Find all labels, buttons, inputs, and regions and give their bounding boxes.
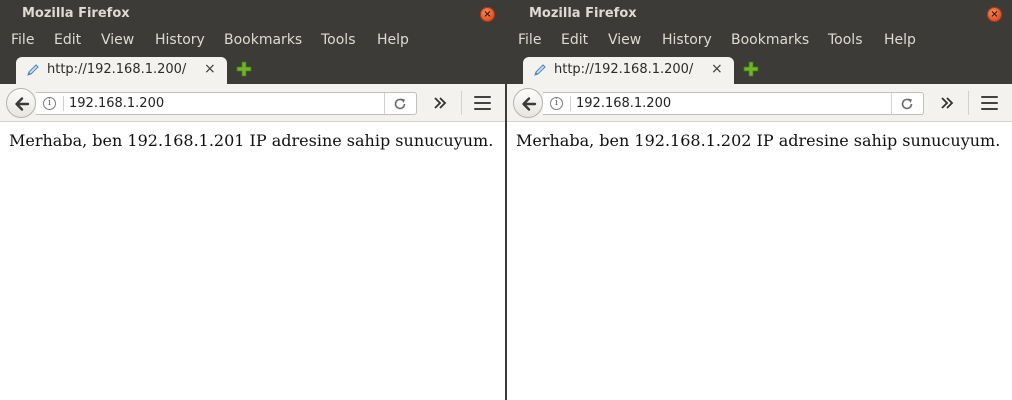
back-button[interactable] <box>513 88 543 118</box>
url-divider <box>63 96 64 111</box>
tab-close-icon[interactable]: × <box>711 61 723 77</box>
menu-edit[interactable]: Edit <box>54 32 81 48</box>
page-edit-icon <box>27 64 39 76</box>
menu-view[interactable]: View <box>608 32 641 48</box>
back-arrow-icon <box>522 97 537 111</box>
page-text: Merhaba, ben 192.168.1.201 IP adresine s… <box>9 131 494 150</box>
menu-bookmarks[interactable]: Bookmarks <box>224 32 302 48</box>
menu-tools[interactable]: Tools <box>828 32 863 48</box>
overflow-chevron-icon[interactable] <box>432 95 448 111</box>
close-icon: × <box>483 9 492 20</box>
window-title: Mozilla Firefox <box>22 6 130 21</box>
browser-window-right: Mozilla Firefox × File Edit View History… <box>507 0 1012 400</box>
menu-file[interactable]: File <box>518 32 541 48</box>
title-bar: Mozilla Firefox × <box>0 0 505 28</box>
url-bar[interactable]: i 192.168.1.200 <box>36 92 417 115</box>
page-edit-icon <box>534 64 546 76</box>
menu-bar: File Edit View History Bookmarks Tools H… <box>507 28 1012 54</box>
menu-help[interactable]: Help <box>377 32 409 48</box>
navigation-toolbar: i 192.168.1.200 <box>507 84 1012 122</box>
window-title: Mozilla Firefox <box>529 6 637 21</box>
toolbar-divider <box>968 91 969 115</box>
menu-history[interactable]: History <box>155 32 205 48</box>
new-tab-plus-icon[interactable] <box>236 61 252 77</box>
tab-label: http://192.168.1.200/ <box>47 62 187 77</box>
site-info-icon[interactable]: i <box>43 97 56 110</box>
back-button[interactable] <box>6 88 36 118</box>
navigation-toolbar: i 192.168.1.200 <box>0 84 505 122</box>
tab-strip: http://192.168.1.200/ × <box>507 54 1012 84</box>
hamburger-menu-icon[interactable] <box>474 96 491 110</box>
menu-help[interactable]: Help <box>884 32 916 48</box>
window-close-button[interactable]: × <box>987 7 1002 22</box>
tab-close-icon[interactable]: × <box>204 61 216 77</box>
url-divider <box>891 93 892 114</box>
window-close-button[interactable]: × <box>480 7 495 22</box>
site-info-icon[interactable]: i <box>550 97 563 110</box>
close-icon: × <box>990 9 999 20</box>
url-divider <box>384 93 385 114</box>
menu-bar: File Edit View History Bookmarks Tools H… <box>0 28 505 54</box>
reload-icon[interactable] <box>900 97 914 111</box>
browser-window-left: Mozilla Firefox × File Edit View History… <box>0 0 505 400</box>
reload-icon[interactable] <box>393 97 407 111</box>
menu-view[interactable]: View <box>101 32 134 48</box>
menu-tools[interactable]: Tools <box>321 32 356 48</box>
overflow-chevron-icon[interactable] <box>939 95 955 111</box>
menu-file[interactable]: File <box>11 32 34 48</box>
menu-bookmarks[interactable]: Bookmarks <box>731 32 809 48</box>
url-input[interactable]: 192.168.1.200 <box>69 96 164 111</box>
page-content: Merhaba, ben 192.168.1.202 IP adresine s… <box>507 122 1012 400</box>
url-bar[interactable]: i 192.168.1.200 <box>543 92 924 115</box>
menu-history[interactable]: History <box>662 32 712 48</box>
page-content: Merhaba, ben 192.168.1.201 IP adresine s… <box>0 122 505 400</box>
tab-active[interactable]: http://192.168.1.200/ × <box>16 57 227 84</box>
toolbar-divider <box>461 91 462 115</box>
tab-label: http://192.168.1.200/ <box>554 62 694 77</box>
new-tab-plus-icon[interactable] <box>743 61 759 77</box>
menu-edit[interactable]: Edit <box>561 32 588 48</box>
tab-strip: http://192.168.1.200/ × <box>0 54 505 84</box>
hamburger-menu-icon[interactable] <box>981 96 998 110</box>
url-divider <box>570 96 571 111</box>
url-input[interactable]: 192.168.1.200 <box>576 96 671 111</box>
title-bar: Mozilla Firefox × <box>507 0 1012 28</box>
back-arrow-icon <box>15 97 30 111</box>
tab-active[interactable]: http://192.168.1.200/ × <box>523 57 734 84</box>
page-text: Merhaba, ben 192.168.1.202 IP adresine s… <box>516 131 1001 150</box>
